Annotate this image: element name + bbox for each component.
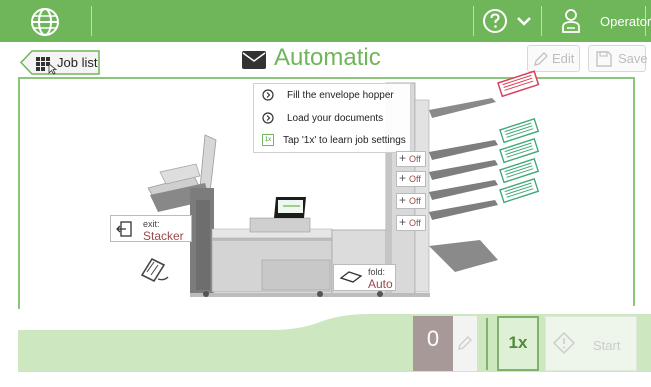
fold-value: Auto	[368, 277, 393, 291]
tray-toggle[interactable]: + Off	[396, 171, 426, 187]
exit-icon	[116, 221, 132, 237]
fold-label: fold:	[368, 267, 386, 277]
tray-state: Off	[409, 154, 421, 164]
manual-feed-icon	[140, 257, 169, 283]
exit-value: Stacker	[143, 229, 184, 243]
counter-value: 0	[426, 326, 440, 351]
start-diamond-icon	[553, 332, 575, 354]
fold-icon	[339, 271, 363, 283]
tray-state: Off	[409, 218, 421, 228]
exit-label: exit:	[143, 219, 160, 229]
tray-state: Off	[409, 174, 421, 184]
start-label: Start	[593, 338, 621, 353]
one-x-label: 1x	[508, 333, 528, 352]
instruction-text: Load your documents	[287, 113, 384, 124]
chevron-circle-icon	[262, 89, 274, 101]
tray-toggle[interactable]: + Off	[396, 151, 426, 167]
bottom-divider	[486, 318, 488, 370]
envelope-tray-icon	[497, 70, 540, 98]
pencil-icon	[458, 336, 472, 350]
tray-toggle[interactable]: + Off	[396, 215, 426, 231]
instruction-text: Tap '1x' to learn job settings	[283, 135, 406, 146]
tray-state: Off	[409, 196, 421, 206]
one-x-icon: 1x	[262, 134, 274, 146]
instruction-text: Fill the envelope hopper	[287, 90, 394, 101]
chevron-circle-icon	[262, 112, 274, 124]
tray-toggle[interactable]: + Off	[396, 193, 426, 209]
